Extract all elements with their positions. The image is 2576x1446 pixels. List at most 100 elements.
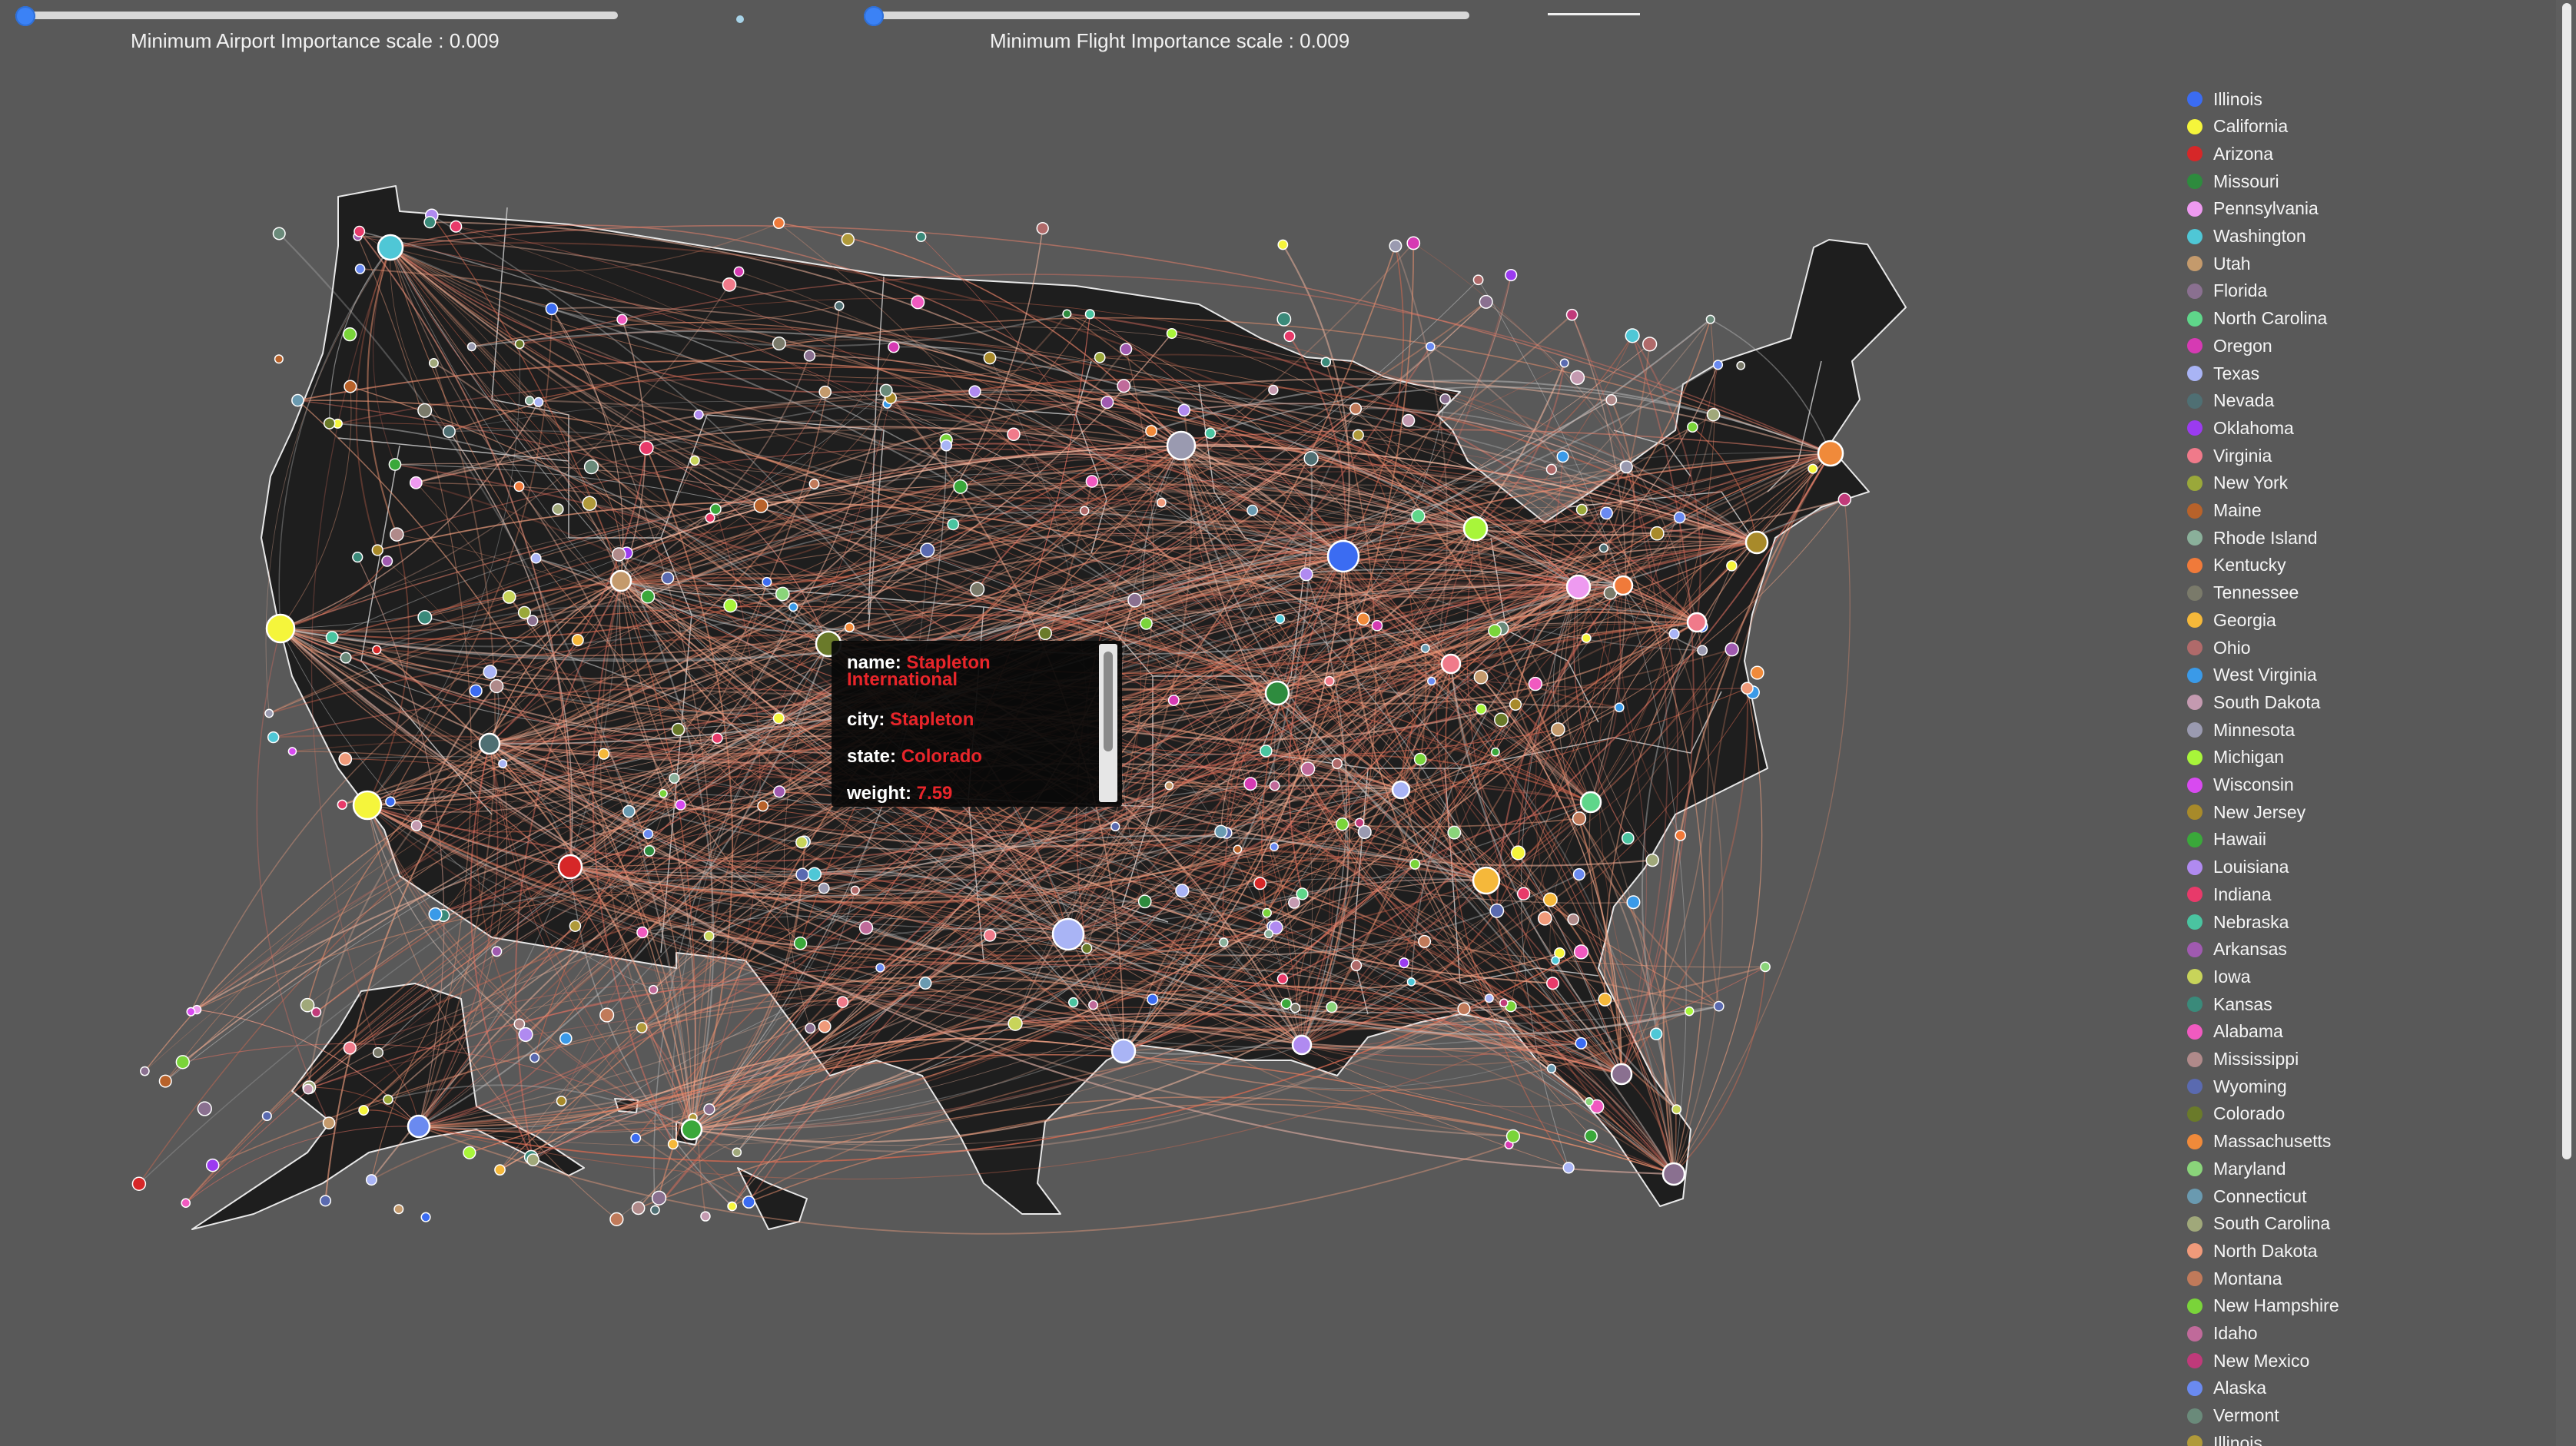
airport-node[interactable] (742, 1196, 755, 1209)
airport-node[interactable] (1357, 824, 1372, 840)
airport-node[interactable] (1484, 993, 1494, 1003)
airport-node[interactable] (818, 882, 830, 894)
airport-node[interactable] (1457, 1002, 1471, 1016)
airport-node[interactable] (1726, 560, 1738, 572)
airport-node[interactable] (583, 459, 599, 475)
airport-node[interactable] (1462, 516, 1489, 542)
airport-node[interactable] (1167, 695, 1180, 706)
airport-node[interactable] (1744, 530, 1769, 555)
airport-node[interactable] (609, 569, 632, 592)
airport-node[interactable] (772, 337, 786, 351)
airport-node[interactable] (1036, 221, 1049, 235)
airport-node[interactable] (340, 652, 352, 664)
page-scroll-thumb[interactable] (2562, 3, 2571, 1159)
airport-node[interactable] (344, 380, 357, 393)
airport-node[interactable] (1626, 895, 1641, 910)
airport-node[interactable] (705, 512, 715, 523)
airport-node[interactable] (1551, 956, 1560, 965)
airport-node[interactable] (358, 1105, 370, 1116)
airport-node[interactable] (205, 1158, 220, 1172)
airport-node[interactable] (1625, 328, 1640, 343)
airport-node[interactable] (483, 665, 497, 679)
airport-node[interactable] (1326, 539, 1360, 573)
airport-node[interactable] (1268, 384, 1279, 396)
airport-node[interactable] (1551, 722, 1565, 737)
airport-node[interactable] (803, 350, 816, 362)
airport-node[interactable] (1605, 394, 1618, 406)
airport-node[interactable] (1837, 493, 1852, 506)
airport-node[interactable] (1326, 1001, 1338, 1013)
airport-node[interactable] (1565, 574, 1592, 600)
airport-node[interactable] (1505, 268, 1518, 282)
airport-node[interactable] (514, 339, 525, 350)
airport-node[interactable] (377, 234, 404, 261)
airport-node[interactable] (1475, 703, 1487, 715)
airport-node[interactable] (569, 920, 582, 932)
airport-node[interactable] (1303, 451, 1319, 466)
airport-node[interactable] (805, 1023, 816, 1034)
airport-node[interactable] (772, 712, 785, 725)
airport-node[interactable] (636, 926, 649, 939)
airport-node[interactable] (354, 225, 366, 237)
airport-node[interactable] (494, 1164, 506, 1176)
airport-node[interactable] (1562, 1162, 1575, 1174)
airport-node[interactable] (291, 393, 304, 407)
airport-node[interactable] (1288, 897, 1300, 909)
airport-node[interactable] (323, 417, 336, 429)
airport-node[interactable] (1084, 309, 1095, 320)
airport-node[interactable] (616, 313, 628, 325)
airport-node[interactable] (612, 547, 626, 562)
airport-node[interactable] (300, 997, 315, 1013)
airport-node[interactable] (417, 610, 433, 625)
airport-node[interactable] (1094, 351, 1106, 363)
airport-node[interactable] (1391, 780, 1411, 800)
airport-node[interactable] (953, 479, 968, 494)
airport-node[interactable] (1352, 429, 1364, 441)
airport-node[interactable] (1275, 614, 1286, 625)
airport-node[interactable] (640, 589, 656, 604)
airport-node[interactable] (490, 678, 504, 694)
airport-node[interactable] (1324, 675, 1335, 687)
airport-node[interactable] (888, 340, 900, 353)
airport-node[interactable] (1713, 1000, 1725, 1012)
airport-node[interactable] (1356, 612, 1370, 626)
airport-node[interactable] (1673, 511, 1686, 524)
airport-node[interactable] (338, 752, 353, 766)
airport-node[interactable] (343, 1041, 357, 1055)
airport-node[interactable] (1117, 379, 1131, 393)
airport-node[interactable] (1537, 910, 1552, 926)
airport-node[interactable] (636, 1022, 648, 1033)
airport-node[interactable] (1736, 360, 1746, 370)
airport-node[interactable] (651, 1190, 667, 1206)
airport-node[interactable] (1598, 992, 1612, 1007)
airport-node[interactable] (478, 732, 501, 755)
airport-node[interactable] (1706, 407, 1721, 422)
airport-node[interactable] (631, 1201, 646, 1216)
airport-node[interactable] (1038, 626, 1052, 641)
airport-node[interactable] (775, 586, 790, 602)
airport-node[interactable] (1427, 676, 1436, 686)
airport-node[interactable] (1808, 463, 1818, 474)
airport-node[interactable] (1491, 747, 1500, 757)
airport-node[interactable] (1140, 617, 1153, 630)
airport-node[interactable] (757, 800, 769, 812)
airport-node[interactable] (420, 1212, 431, 1222)
airport-node[interactable] (788, 602, 798, 612)
airport-node[interactable] (709, 503, 722, 516)
airport-node[interactable] (795, 867, 809, 882)
airport-node[interactable] (970, 582, 985, 597)
airport-node[interactable] (1686, 612, 1708, 633)
airport-node[interactable] (526, 1153, 539, 1166)
airport-node[interactable] (1219, 937, 1229, 947)
airport-node[interactable] (1062, 309, 1072, 319)
airport-node[interactable] (1575, 503, 1588, 516)
airport-node[interactable] (390, 527, 404, 542)
airport-node[interactable] (1402, 413, 1416, 427)
airport-node[interactable] (599, 1007, 615, 1023)
airport-node[interactable] (1413, 752, 1427, 766)
airport-node[interactable] (1516, 887, 1531, 900)
airport-node[interactable] (1088, 1000, 1099, 1010)
airport-node[interactable] (1528, 676, 1543, 691)
airport-node[interactable] (703, 930, 715, 942)
airport-node[interactable] (319, 1195, 332, 1207)
